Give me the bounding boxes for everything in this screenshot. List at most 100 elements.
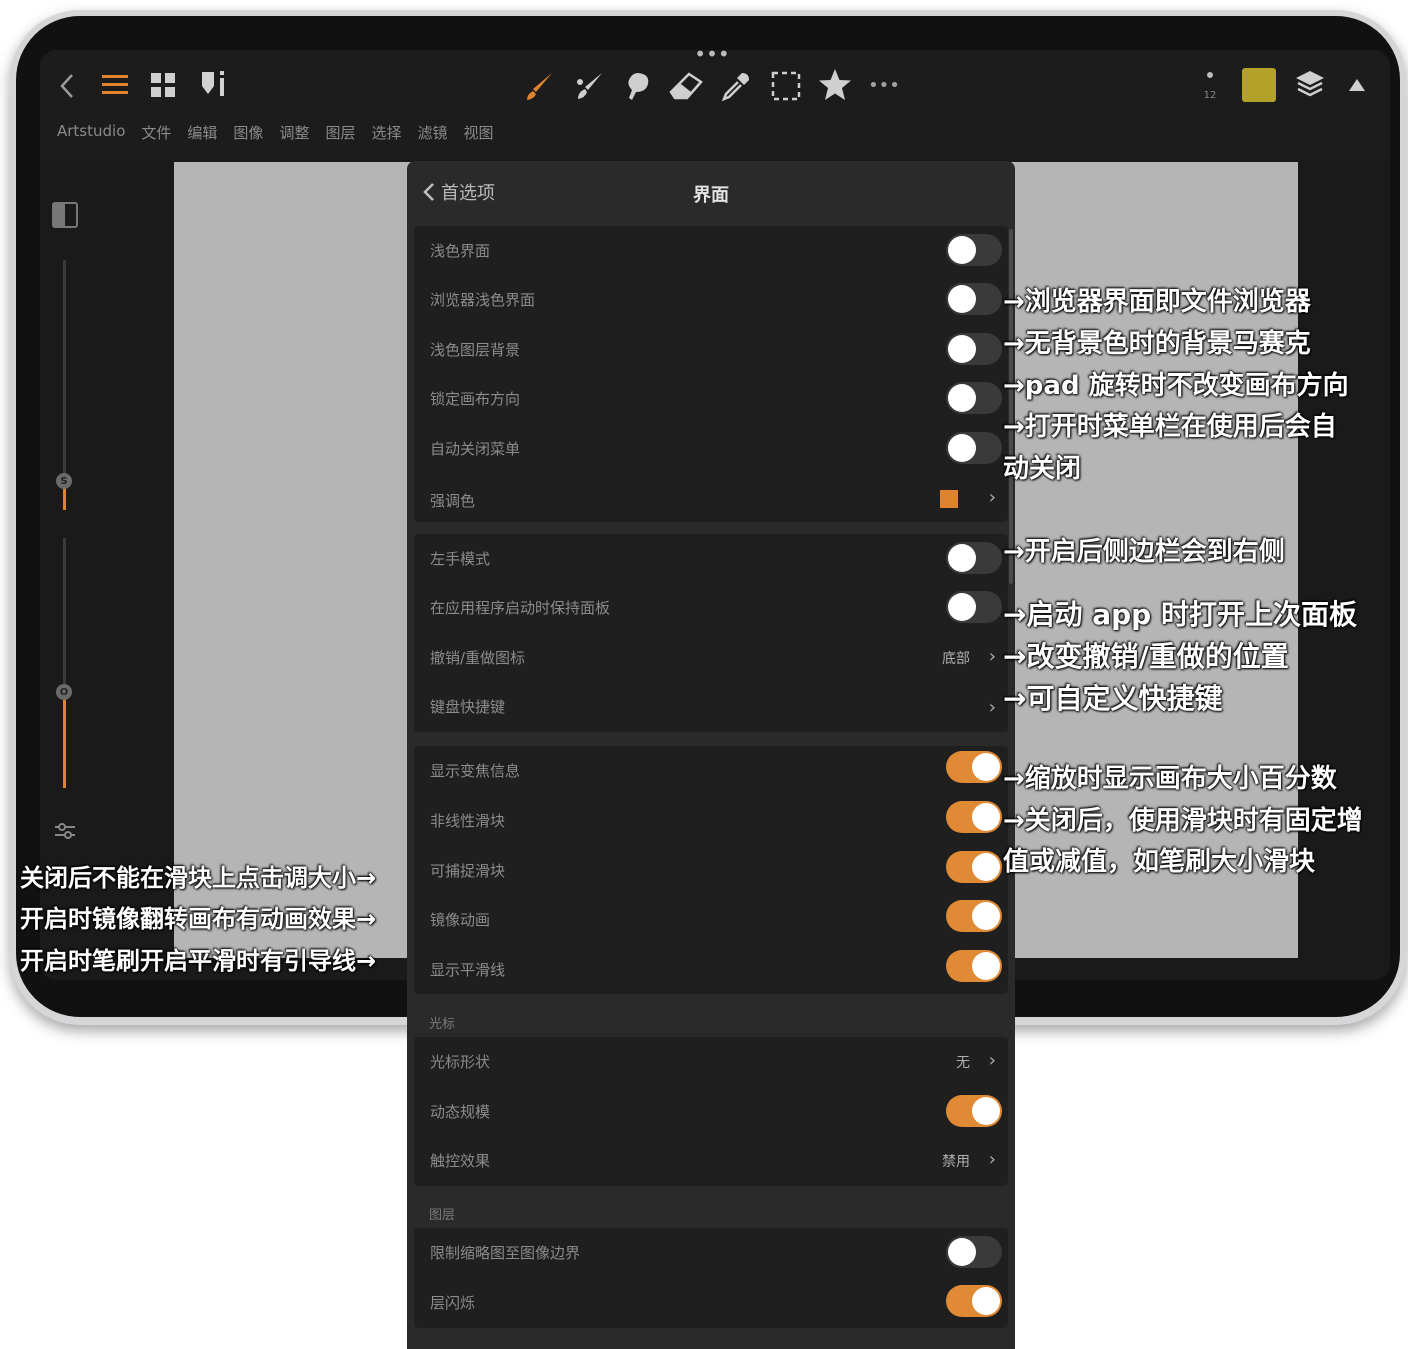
annotation-nonlinear-2: 值或减值，如笔刷大小滑块 — [1003, 847, 1316, 877]
undo-redo-position-value: 底部 — [942, 651, 970, 667]
setting-row-nonlinear-slider[interactable]: 非线性滑块 — [414, 796, 1008, 845]
setting-label: 浅色界面 — [430, 242, 491, 260]
grid-icon[interactable] — [148, 70, 178, 100]
touch-effect-value: 禁用 — [942, 1154, 970, 1170]
setting-row-keyboard-shortcuts[interactable]: 键盘快捷键 › — [414, 682, 1008, 731]
show-smoothing-line-toggle[interactable] — [946, 950, 1002, 982]
lock-orientation-toggle[interactable] — [946, 382, 1002, 414]
setting-row-show-zoom-info[interactable]: 显示变焦信息 — [414, 746, 1008, 795]
panel-title: 界面 — [693, 185, 729, 206]
layers-icon[interactable] — [1290, 64, 1330, 104]
annotation-auto-close-1: →打开时菜单栏在使用后会自 — [1003, 412, 1337, 442]
setting-row-cursor-shape[interactable]: 光标形状 无 › — [414, 1037, 1008, 1086]
setting-label: 浏览器浅色界面 — [430, 291, 536, 309]
annotation-shortcuts: →可自定义快捷键 — [1003, 682, 1223, 715]
setting-row-auto-close-menu[interactable]: 自动关闭菜单 — [414, 424, 1008, 473]
left-sidebar: S O — [40, 182, 90, 842]
opacity-slider-knob[interactable]: O — [56, 684, 72, 700]
menu-select[interactable]: 选择 — [370, 122, 402, 143]
eraser-icon[interactable] — [666, 66, 706, 106]
section-title-layers: 图层 — [429, 1208, 456, 1223]
setting-row-dynamic-scale[interactable]: 动态规模 — [414, 1087, 1008, 1136]
brush-icon[interactable] — [520, 66, 560, 106]
annotation-auto-close-2: 动关闭 — [1003, 454, 1082, 484]
preferences-panel: 首选项 界面 浅色界面 浏览器浅色界面 浅色图层背景 锁定画布方向 自动关闭菜单… — [407, 161, 1015, 1349]
setting-row-mirror-animation[interactable]: 镜像动画 — [414, 895, 1008, 944]
layer-flash-toggle[interactable] — [946, 1285, 1002, 1317]
settings-group-layout: 左手模式 在应用程序启动时保持面板 撤销/重做图标 底部 › 键盘快捷键 › — [414, 534, 1008, 732]
annotation-nonlinear-1: →关闭后，使用滑块时有固定增 — [1003, 806, 1363, 836]
setting-label: 撤销/重做图标 — [430, 649, 526, 667]
brush-size-value: 12 — [1203, 89, 1217, 101]
panel-header: 首选项 界面 — [407, 161, 1015, 225]
setting-row-snap-slider[interactable]: 可捕捉滑块 — [414, 846, 1008, 895]
setting-label: 显示平滑线 — [430, 961, 506, 979]
chevron-right-icon: › — [988, 697, 996, 718]
sidebar-toggle-icon[interactable] — [52, 202, 78, 228]
annotation-snap-slider: 关闭后不能在滑块上点击调大小→ — [20, 864, 377, 892]
setting-row-keep-panels[interactable]: 在应用程序启动时保持面板 — [414, 583, 1008, 632]
annotation-lock-orientation: →pad 旋转时不改变画布方向 — [1003, 371, 1349, 401]
annotation-layer-bg: →无背景色时的背景马赛克 — [1003, 329, 1311, 359]
smudge-icon[interactable] — [570, 66, 610, 106]
setting-label: 光标形状 — [430, 1053, 491, 1071]
up-arrow-icon[interactable] — [1342, 72, 1372, 98]
setting-label: 镜像动画 — [430, 911, 491, 929]
star-icon[interactable] — [814, 64, 856, 106]
setting-label: 触控效果 — [430, 1152, 491, 1170]
size-slider-knob[interactable]: S — [56, 473, 72, 489]
setting-row-light-layer-bg[interactable]: 浅色图层背景 — [414, 325, 1008, 374]
color-swatch-button[interactable] — [1242, 68, 1276, 102]
setting-row-lock-canvas-orientation[interactable]: 锁定画布方向 — [414, 374, 1008, 423]
light-layer-bg-toggle[interactable] — [946, 333, 1002, 365]
menu-filter[interactable]: 滤镜 — [416, 122, 448, 143]
back-icon[interactable] — [54, 66, 80, 106]
selection-icon[interactable] — [766, 66, 806, 106]
more-icon[interactable]: ••• — [866, 70, 902, 100]
setting-row-light-ui[interactable]: 浅色界面 — [414, 226, 1008, 275]
setting-row-touch-effect[interactable]: 触控效果 禁用 › — [414, 1136, 1008, 1185]
dynamic-scale-toggle[interactable] — [946, 1095, 1002, 1127]
annotation-left-hand: →开启后侧边栏会到右侧 — [1003, 537, 1285, 567]
menu-image[interactable]: 图像 — [232, 122, 264, 143]
brush-size-indicator[interactable]: 12 — [1198, 64, 1222, 108]
menu-adjust[interactable]: 调整 — [278, 122, 310, 143]
keep-panels-toggle[interactable] — [946, 591, 1002, 623]
slider-settings-icon[interactable] — [55, 822, 75, 844]
setting-label: 浅色图层背景 — [430, 341, 521, 359]
setting-row-layer-flash[interactable]: 层闪烁 — [414, 1278, 1008, 1327]
setting-label: 键盘快捷键 — [430, 698, 506, 716]
auto-close-menu-toggle[interactable] — [946, 432, 1002, 464]
nonlinear-slider-toggle[interactable] — [946, 801, 1002, 833]
handle-dots-icon[interactable]: ••• — [692, 50, 732, 66]
setting-row-left-hand-mode[interactable]: 左手模式 — [414, 534, 1008, 583]
limit-thumbnail-toggle[interactable] — [946, 1236, 1002, 1268]
menu-view[interactable]: 视图 — [463, 122, 495, 143]
eyedropper-icon[interactable] — [716, 66, 756, 106]
setting-row-accent-color[interactable]: 强调色 › — [414, 476, 1008, 525]
setting-label: 锁定画布方向 — [430, 390, 521, 408]
settings-group-appearance: 浅色界面 浏览器浅色界面 浅色图层背景 锁定画布方向 自动关闭菜单 强调色 › — [414, 226, 1008, 522]
setting-row-limit-thumbnail[interactable]: 限制缩略图至图像边界 — [414, 1228, 1008, 1277]
annotation-smoothing-line: 开启时笔刷开启平滑时有引导线→ — [20, 947, 377, 975]
light-ui-toggle[interactable] — [946, 234, 1002, 266]
mirror-animation-toggle[interactable] — [946, 900, 1002, 932]
setting-row-browser-light-ui[interactable]: 浏览器浅色界面 — [414, 275, 1008, 324]
blend-icon[interactable] — [618, 66, 658, 106]
setting-label: 可捕捉滑块 — [430, 862, 506, 880]
menu-layer[interactable]: 图层 — [324, 122, 356, 143]
opacity-slider[interactable] — [63, 538, 66, 788]
menu-app-name[interactable]: Artstudio — [56, 122, 126, 143]
menu-icon[interactable] — [100, 70, 130, 100]
browser-light-ui-toggle[interactable] — [946, 283, 1002, 315]
menu-edit[interactable]: 编辑 — [186, 122, 218, 143]
section-title-cursor: 光标 — [429, 1017, 456, 1032]
snap-slider-toggle[interactable] — [946, 851, 1002, 883]
setting-row-show-smoothing-line[interactable]: 显示平滑线 — [414, 945, 1008, 994]
brush-settings-icon[interactable] — [196, 66, 232, 102]
setting-row-undo-redo-icons[interactable]: 撤销/重做图标 底部 › — [414, 633, 1008, 682]
show-zoom-info-toggle[interactable] — [946, 751, 1002, 783]
setting-label: 自动关闭菜单 — [430, 440, 521, 458]
menu-file[interactable]: 文件 — [140, 122, 172, 143]
left-hand-mode-toggle[interactable] — [946, 542, 1002, 574]
